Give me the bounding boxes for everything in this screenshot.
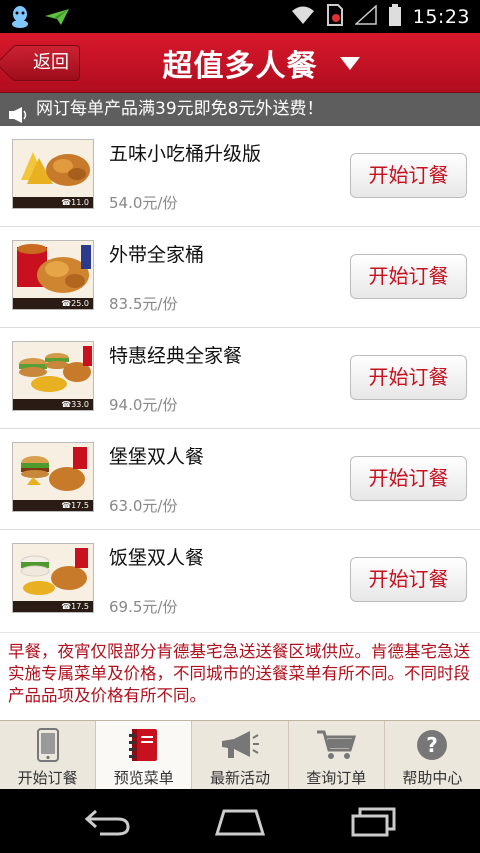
notice-bar: 网订每单产品满39元即免8元外送费！ — [0, 93, 480, 126]
tab-preview-menu[interactable]: 预览菜单 — [96, 721, 193, 789]
list-item[interactable]: ☎25.0 外带全家桶 83.5元/份 开始订餐 — [0, 227, 480, 328]
tab-label: 开始订餐 — [17, 769, 78, 787]
megaphone-icon — [192, 727, 287, 763]
item-price: 69.5元/份 — [109, 598, 178, 616]
item-price: 54.0元/份 — [109, 194, 178, 212]
item-name: 外带全家桶 — [109, 244, 205, 266]
phone-icon — [0, 727, 95, 763]
list-item[interactable]: ☎11.0 五味小吃桶升级版 54.0元/份 开始订餐 — [0, 126, 480, 227]
tab-label: 预览菜单 — [113, 769, 174, 787]
no-sim-icon — [326, 4, 343, 30]
triangle-down-icon[interactable] — [340, 57, 360, 70]
svg-text:?: ? — [427, 733, 439, 757]
cart-icon — [289, 727, 384, 763]
order-button[interactable]: 开始订餐 — [350, 153, 467, 198]
tab-query-order[interactable]: 查询订单 — [289, 721, 385, 789]
item-name: 五味小吃桶升级版 — [109, 143, 262, 165]
info-text: 早餐，夜宵仅限部分肯德基宅急送送餐区域供应。肯德基宅急送实施专属菜单及价格，不同… — [0, 632, 480, 720]
battery-icon — [388, 4, 401, 30]
status-bar: 15:23 — [0, 0, 480, 33]
tab-start-order[interactable]: 开始订餐 — [0, 721, 97, 789]
help-icon: ? — [385, 727, 480, 763]
price-tag: ☎11.0 — [13, 197, 93, 208]
product-image: ☎17.5 — [12, 442, 94, 512]
order-button[interactable]: 开始订餐 — [350, 456, 467, 501]
menu-book-icon — [96, 727, 191, 763]
order-button[interactable]: 开始订餐 — [350, 355, 467, 400]
tab-latest-events[interactable]: 最新活动 — [192, 721, 289, 789]
item-price: 83.5元/份 — [109, 295, 178, 313]
item-name: 饭堡双人餐 — [109, 547, 205, 569]
system-nav-bar — [0, 789, 480, 853]
tab-bar: 开始订餐 预览菜单 最新活动 查询订单 ? 帮助中心 — [0, 720, 480, 789]
item-name: 堡堡双人餐 — [109, 446, 205, 468]
clock: 15:23 — [412, 6, 470, 28]
price-tag: ☎25.0 — [13, 298, 93, 309]
product-image: ☎17.5 — [12, 543, 94, 613]
item-name: 特惠经典全家餐 — [109, 345, 243, 367]
tab-label: 查询订单 — [306, 769, 367, 787]
product-list: ☎11.0 五味小吃桶升级版 54.0元/份 开始订餐 ☎25.0 外带全家桶 … — [0, 126, 480, 632]
header: 返回 超值多人餐 — [0, 33, 480, 93]
item-price: 63.0元/份 — [109, 497, 178, 515]
order-button[interactable]: 开始订餐 — [350, 557, 467, 602]
product-image: ☎33.0 — [12, 341, 94, 411]
price-tag: ☎17.5 — [13, 601, 93, 612]
wifi-icon — [291, 5, 315, 29]
home-nav-icon[interactable] — [214, 807, 266, 841]
tab-help-center[interactable]: ? 帮助中心 — [385, 721, 480, 789]
item-price: 94.0元/份 — [109, 396, 178, 414]
list-item[interactable]: ☎17.5 饭堡双人餐 69.5元/份 开始订餐 — [0, 530, 480, 632]
back-nav-icon[interactable] — [84, 807, 132, 841]
price-tag: ☎17.5 — [13, 500, 93, 511]
price-tag: ☎33.0 — [13, 399, 93, 410]
product-image: ☎25.0 — [12, 240, 94, 310]
tab-label: 帮助中心 — [402, 769, 463, 787]
order-button[interactable]: 开始订餐 — [350, 254, 467, 299]
list-item[interactable]: ☎17.5 堡堡双人餐 63.0元/份 开始订餐 — [0, 429, 480, 530]
qq-icon — [10, 5, 30, 33]
tab-label: 最新活动 — [210, 769, 271, 787]
paper-plane-icon — [44, 7, 70, 31]
page-title[interactable]: 超值多人餐 — [0, 41, 480, 85]
signal-icon — [353, 4, 377, 29]
product-image: ☎11.0 — [12, 139, 94, 209]
recent-apps-nav-icon[interactable] — [350, 807, 398, 841]
list-item[interactable]: ☎33.0 特惠经典全家餐 94.0元/份 开始订餐 — [0, 328, 480, 429]
notice-text: 网订每单产品满39元即免8元外送费！ — [36, 99, 324, 119]
